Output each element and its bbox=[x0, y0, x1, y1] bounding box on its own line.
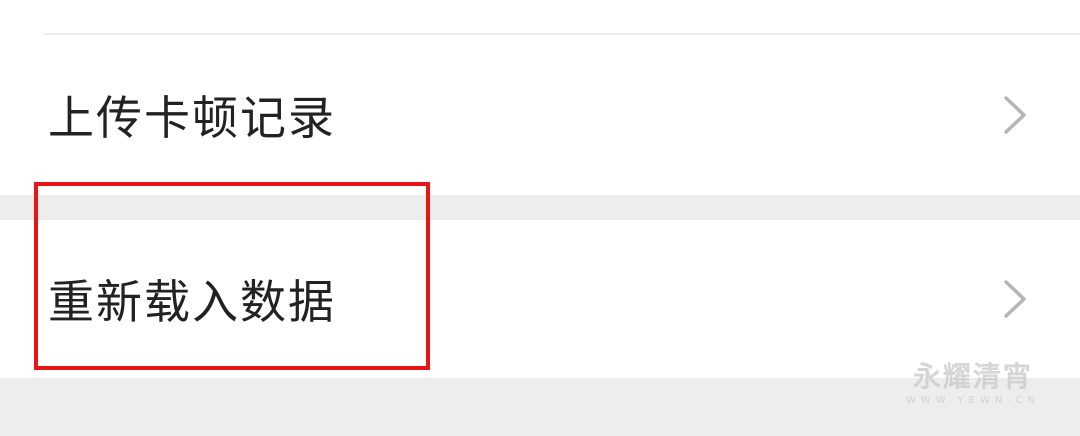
row-label: 重新载入数据 bbox=[48, 275, 336, 329]
settings-page: 上传卡顿记录 重新载入数据 永耀清宵 WWW.YEWN.CN bbox=[0, 0, 1080, 436]
previous-row-remnant bbox=[0, 0, 1080, 34]
watermark-logo: 永耀清宵 bbox=[912, 360, 1033, 393]
upload-lag-record-row[interactable]: 上传卡顿记录 bbox=[0, 35, 1080, 195]
chevron-right-icon bbox=[1004, 280, 1026, 318]
watermark: 永耀清宵 WWW.YEWN.CN bbox=[906, 355, 1040, 406]
row-label: 上传卡顿记录 bbox=[48, 91, 336, 145]
watermark-url: WWW.YEWN.CN bbox=[905, 395, 1040, 406]
section-separator bbox=[0, 195, 1080, 220]
chevron-right-icon bbox=[1004, 96, 1026, 134]
